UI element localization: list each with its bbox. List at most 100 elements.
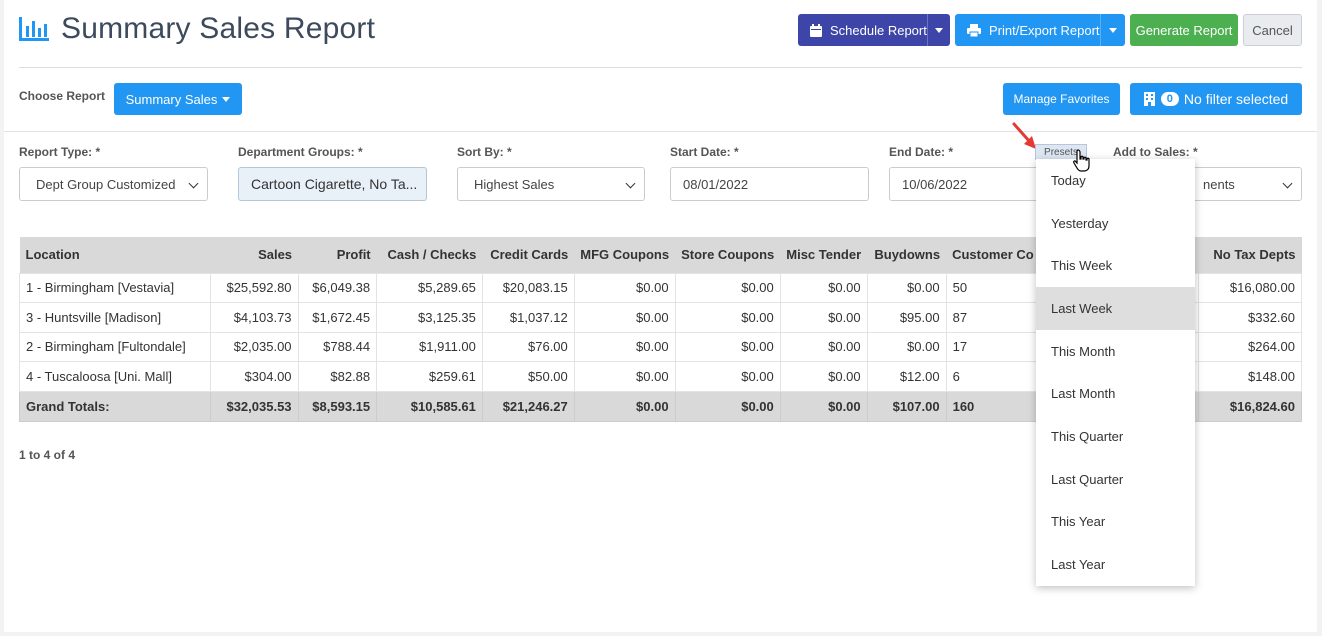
caret-down-icon (934, 27, 943, 33)
table-cell: 1 - Birmingham [Vestavia] (18, 272, 212, 303)
preset-item-this-year[interactable]: This Year (1036, 501, 1195, 544)
dept-groups-label: Department Groups: * (238, 145, 363, 159)
table-cell: $304.00 (210, 361, 299, 392)
table-cell: $12.00 (866, 361, 947, 392)
column-header[interactable]: Store Coupons (675, 237, 781, 273)
table-cell: $76.00 (481, 331, 575, 362)
table-cell: $0.00 (779, 361, 868, 392)
table-cell: $0.00 (779, 302, 868, 333)
hand-cursor-icon (1073, 149, 1090, 172)
column-header[interactable]: No Tax Depts (1198, 237, 1302, 273)
table-cell: $5,289.65 (376, 272, 483, 303)
calendar-icon (810, 23, 822, 37)
total-cell: $0.00 (674, 390, 781, 422)
filter-count-badge: 0 (1160, 92, 1179, 106)
preset-item-last-quarter[interactable]: Last Quarter (1036, 458, 1195, 501)
table-cell: $0.00 (674, 302, 781, 333)
manage-favorites-button[interactable]: Manage Favorites (1003, 83, 1120, 115)
choose-report-value: Summary Sales (125, 91, 218, 107)
table-cell: $3,125.35 (376, 302, 483, 333)
table-cell: $1,037.12 (481, 302, 575, 333)
table-cell: $50.00 (481, 361, 575, 392)
table-cell: $0.00 (866, 331, 947, 362)
preset-item-yesterday[interactable]: Yesterday (1036, 202, 1195, 245)
divider (4, 131, 1317, 132)
table-cell: 17 (945, 331, 1046, 362)
report-type-select[interactable]: Dept Group Customized (19, 167, 208, 201)
preset-item-last-year[interactable]: Last Year (1036, 543, 1195, 586)
table-cell: $788.44 (297, 331, 378, 362)
total-cell: $107.00 (866, 390, 947, 422)
table-cell: $2,035.00 (210, 331, 299, 362)
preset-item-last-month[interactable]: Last Month (1036, 372, 1195, 415)
print-export-button[interactable]: Print/Export Report (955, 14, 1125, 46)
end-date-input[interactable]: 10/06/2022 (889, 167, 1059, 201)
total-cell: $8,593.15 (297, 390, 378, 422)
column-header[interactable]: Buydowns (867, 237, 947, 273)
total-cell: Grand Totals: (18, 390, 212, 422)
choose-report-label: Choose Report (19, 89, 106, 103)
column-header[interactable]: Customer Co (946, 237, 1045, 273)
print-export-label: Print/Export Report (989, 22, 1100, 38)
table-cell: $0.00 (674, 331, 781, 362)
table-cell: $148.00 (1198, 361, 1302, 392)
table-cell: $20,083.15 (481, 272, 575, 303)
presets-dropdown: Today Yesterday This Week Last Week This Mon… (1036, 159, 1195, 586)
table-cell: 50 (945, 272, 1046, 303)
dept-groups-select[interactable]: Cartoon Cigarette, No Ta... (238, 167, 427, 201)
table-cell: $0.00 (573, 331, 676, 362)
table-cell: $0.00 (573, 302, 676, 333)
caret-down-icon (222, 96, 231, 102)
table-cell: $259.61 (376, 361, 483, 392)
preset-item-today[interactable]: Today (1036, 159, 1195, 202)
table-cell: $264.00 (1198, 331, 1302, 362)
column-header[interactable]: Misc Tender (780, 237, 868, 273)
sort-by-select[interactable]: Highest Sales (457, 167, 645, 201)
start-date-label: Start Date: * (670, 145, 739, 159)
schedule-report-button[interactable]: Schedule Report (798, 14, 950, 46)
column-header[interactable]: MFG Coupons (574, 237, 676, 273)
table-cell: $0.00 (674, 361, 781, 392)
table-cell: 87 (945, 302, 1046, 333)
preset-item-this-quarter[interactable]: This Quarter (1036, 415, 1195, 458)
table-cell: 2 - Birmingham [Fultondale] (18, 331, 212, 362)
generate-report-button[interactable]: Generate Report (1130, 14, 1238, 46)
sort-by-label: Sort By: * (457, 145, 512, 159)
total-cell: $0.00 (573, 390, 676, 422)
building-icon (1143, 92, 1155, 106)
schedule-report-label: Schedule Report (830, 22, 927, 38)
choose-report-button[interactable]: Summary Sales (114, 83, 242, 115)
divider (19, 67, 1302, 68)
table-cell: 6 (945, 361, 1046, 392)
table-cell: $82.88 (297, 361, 378, 392)
total-cell: $21,246.27 (481, 390, 575, 422)
location-filter-button[interactable]: 0 No filter selected (1130, 83, 1302, 115)
column-header[interactable]: Cash / Checks (376, 237, 483, 273)
column-header[interactable]: Profit (298, 237, 377, 273)
filter-label: No filter selected (1183, 91, 1289, 107)
bar-chart-icon (19, 17, 49, 41)
table-cell: 4 - Tuscaloosa [Uni. Mall] (18, 361, 212, 392)
table-cell: $25,592.80 (210, 272, 299, 303)
add-to-sales-label: Add to Sales: * (1113, 145, 1198, 159)
preset-item-this-week[interactable]: This Week (1036, 244, 1195, 287)
start-date-input[interactable]: 08/01/2022 (670, 167, 869, 201)
table-cell: $1,672.45 (297, 302, 378, 333)
column-header[interactable]: Credit Cards (482, 237, 575, 273)
table-cell: $0.00 (779, 331, 868, 362)
table-cell: 3 - Huntsville [Madison] (18, 302, 212, 333)
column-header[interactable]: Sales (210, 237, 299, 273)
print-dropdown-toggle[interactable] (1099, 14, 1125, 46)
total-cell: $10,585.61 (376, 390, 483, 422)
total-cell: $16,824.60 (1198, 390, 1302, 422)
table-cell: $0.00 (573, 361, 676, 392)
preset-item-last-week[interactable]: Last Week (1036, 287, 1195, 330)
table-cell: $0.00 (779, 272, 868, 303)
column-header[interactable]: Location (19, 237, 211, 273)
schedule-dropdown-toggle[interactable] (926, 14, 950, 46)
preset-item-this-month[interactable]: This Month (1036, 330, 1195, 373)
caret-down-icon (1108, 27, 1117, 33)
cancel-button[interactable]: Cancel (1243, 14, 1302, 46)
annotation-arrow (1012, 122, 1036, 149)
total-cell: $0.00 (779, 390, 868, 422)
